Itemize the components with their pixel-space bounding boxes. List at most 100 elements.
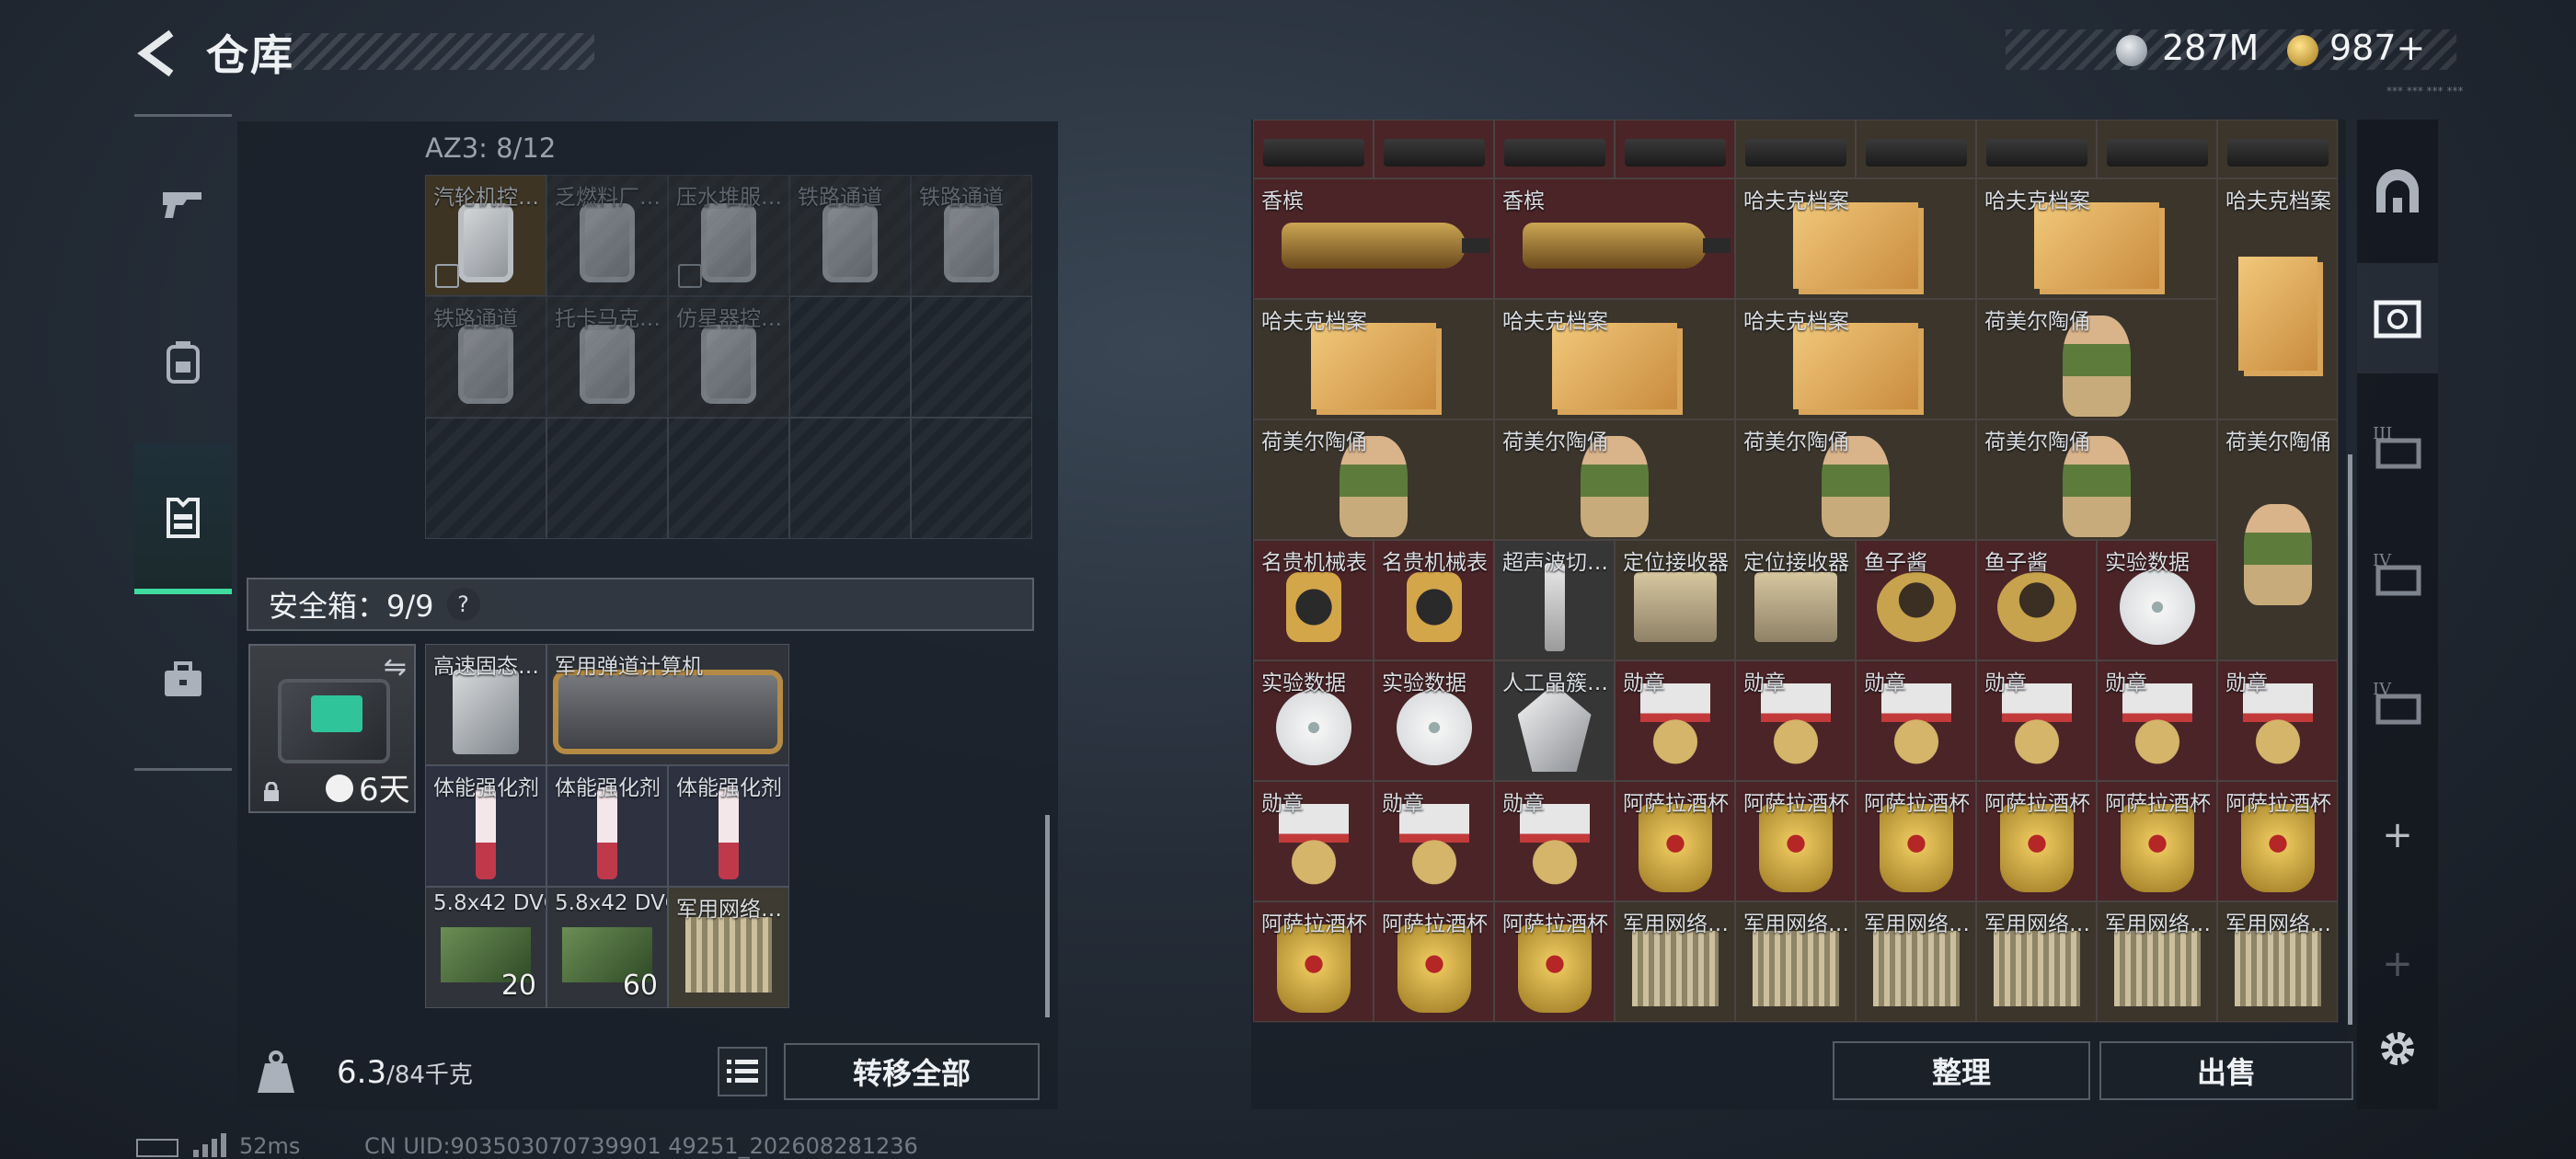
item-slot-partial[interactable] [1374,120,1494,178]
nav-briefcase[interactable] [134,607,232,752]
gold-currency-value[interactable]: 987+ [2329,28,2425,68]
item-slot[interactable]: 定位接收器 [1615,540,1735,660]
item-slot-partial[interactable] [2097,120,2217,178]
item-slot[interactable]: 压水堆服… [668,175,789,296]
empty-slot[interactable] [911,296,1032,418]
empty-slot[interactable] [789,296,911,418]
transfer-all-button[interactable]: 转移全部 [784,1043,1040,1100]
empty-slot[interactable] [911,418,1032,539]
item-slot-partial[interactable] [1976,120,2097,178]
item-slot[interactable]: 定位接收器 [1735,540,1856,660]
item-slot[interactable]: 勋章 [1253,781,1374,901]
item-slot[interactable]: 香槟 [1253,178,1494,299]
item-slot[interactable]: 汽轮机控… [425,175,546,296]
item-slot[interactable]: 勋章 [2217,660,2338,781]
item-slot[interactable]: 勋章 [2097,660,2217,781]
stash-tab-2[interactable] [2357,263,2438,373]
swap-icon[interactable]: ⇋ [384,651,407,683]
stash-tab-4[interactable]: IV [2357,519,2438,629]
item-slot[interactable]: 哈夫克档案 [1735,178,1976,299]
item-slot[interactable]: 哈夫克档案 [1976,178,2217,299]
item-slot[interactable]: 军用网络… [1615,901,1735,1022]
item-slot[interactable]: 体能强化剂 [546,765,668,887]
item-slot[interactable]: 乏燃料厂… [546,175,668,296]
item-slot[interactable]: 阿萨拉酒杯 [1735,781,1856,901]
item-slot-partial[interactable] [1253,120,1374,178]
item-slot[interactable]: 阿萨拉酒杯 [1615,781,1735,901]
nav-weapon[interactable] [134,131,232,276]
item-slot[interactable]: 仿星器控… [668,296,789,418]
nav-backpack[interactable] [134,289,232,434]
item-slot[interactable]: 荷美尔陶俑 [1253,419,1494,540]
item-slot[interactable]: 实验数据 [1253,660,1374,781]
item-slot[interactable]: 荷美尔陶俑 [1735,419,1976,540]
item-slot[interactable]: 阿萨拉酒杯 [1374,901,1494,1022]
item-slot[interactable]: 哈夫克档案 [2217,178,2338,419]
item-slot-partial[interactable] [1494,120,1615,178]
item-slot-partial[interactable] [1856,120,1976,178]
item-slot[interactable]: 军用网络… [2217,901,2338,1022]
item-slot[interactable]: 铁路通道 [911,175,1032,296]
list-view-button[interactable] [718,1047,767,1096]
stash-tab-5[interactable]: IV [2357,648,2438,758]
item-slot[interactable]: 阿萨拉酒杯 [1253,901,1374,1022]
item-slot[interactable]: 军用网络… [668,887,789,1008]
item-slot[interactable]: 阿萨拉酒杯 [1856,781,1976,901]
item-slot[interactable]: 荷美尔陶俑 [1976,299,2217,419]
stash-tab-home[interactable] [2357,138,2438,248]
item-slot[interactable]: 勋章 [1976,660,2097,781]
item-slot[interactable]: 鱼子酱 [1976,540,2097,660]
item-slot[interactable]: 勋章 [1735,660,1856,781]
item-slot[interactable]: 铁路通道 [789,175,911,296]
item-slot[interactable]: 阿萨拉酒杯 [1494,901,1615,1022]
item-slot[interactable]: 阿萨拉酒杯 [2217,781,2338,901]
item-slot[interactable]: 高速固态… [425,644,546,765]
item-slot[interactable]: 荷美尔陶俑 [2217,419,2338,660]
item-slot[interactable]: 哈夫克档案 [1253,299,1494,419]
item-slot[interactable]: 铁路通道 [425,296,546,418]
item-slot[interactable]: 名贵机械表 [1374,540,1494,660]
item-slot[interactable]: 荷美尔陶俑 [1976,419,2217,540]
item-slot[interactable]: 勋章 [1615,660,1735,781]
empty-slot[interactable] [425,418,546,539]
item-slot[interactable]: 体能强化剂 [425,765,546,887]
item-slot[interactable]: 超声波切… [1494,540,1615,660]
item-slot[interactable]: 鱼子酱 [1856,540,1976,660]
item-slot[interactable]: 荷美尔陶俑 [1494,419,1735,540]
safe-box-case[interactable]: ⇋ 6天 [248,644,416,813]
item-slot[interactable]: 哈夫克档案 [1735,299,1976,419]
item-slot[interactable]: 5.8x42 DVC12 20 [425,887,546,1008]
item-slot[interactable]: 名贵机械表 [1253,540,1374,660]
item-slot[interactable]: 军用网络… [2097,901,2217,1022]
help-button[interactable]: ? [446,588,480,621]
item-slot[interactable]: 军用网络… [1856,901,1976,1022]
empty-slot[interactable] [668,418,789,539]
gear-icon[interactable] [2372,1023,2423,1074]
item-slot[interactable]: 军用网络… [1976,901,2097,1022]
nav-vest[interactable] [134,443,232,594]
item-slot[interactable]: 实验数据 [1374,660,1494,781]
add-stash-tab-button[interactable]: + [2372,809,2423,861]
item-slot[interactable]: 勋章 [1374,781,1494,901]
item-slot[interactable]: 哈夫克档案 [1494,299,1735,419]
item-slot-partial[interactable] [1615,120,1735,178]
item-slot[interactable]: 托卡马克… [546,296,668,418]
empty-slot[interactable] [789,418,911,539]
item-slot-partial[interactable] [2217,120,2338,178]
item-slot[interactable]: 香槟 [1494,178,1735,299]
item-slot[interactable]: 体能强化剂 [668,765,789,887]
item-slot[interactable]: 军用网络… [1735,901,1856,1022]
item-slot[interactable]: 阿萨拉酒杯 [1976,781,2097,901]
item-slot[interactable]: 实验数据 [2097,540,2217,660]
item-slot[interactable]: 人工晶簇… [1494,660,1615,781]
empty-slot[interactable] [546,418,668,539]
scrollbar[interactable] [1045,815,1050,1017]
item-slot[interactable]: 勋章 [1856,660,1976,781]
sort-button[interactable]: 整理 [1833,1041,2090,1100]
item-slot[interactable]: 5.8x42 DVC12 60 [546,887,668,1008]
item-slot[interactable]: 阿萨拉酒杯 [2097,781,2217,901]
stash-tab-3[interactable]: III [2357,392,2438,502]
back-arrow-icon[interactable] [134,28,180,79]
item-slot[interactable]: 勋章 [1494,781,1615,901]
item-slot[interactable]: 军用弹道计算机 [546,644,789,765]
